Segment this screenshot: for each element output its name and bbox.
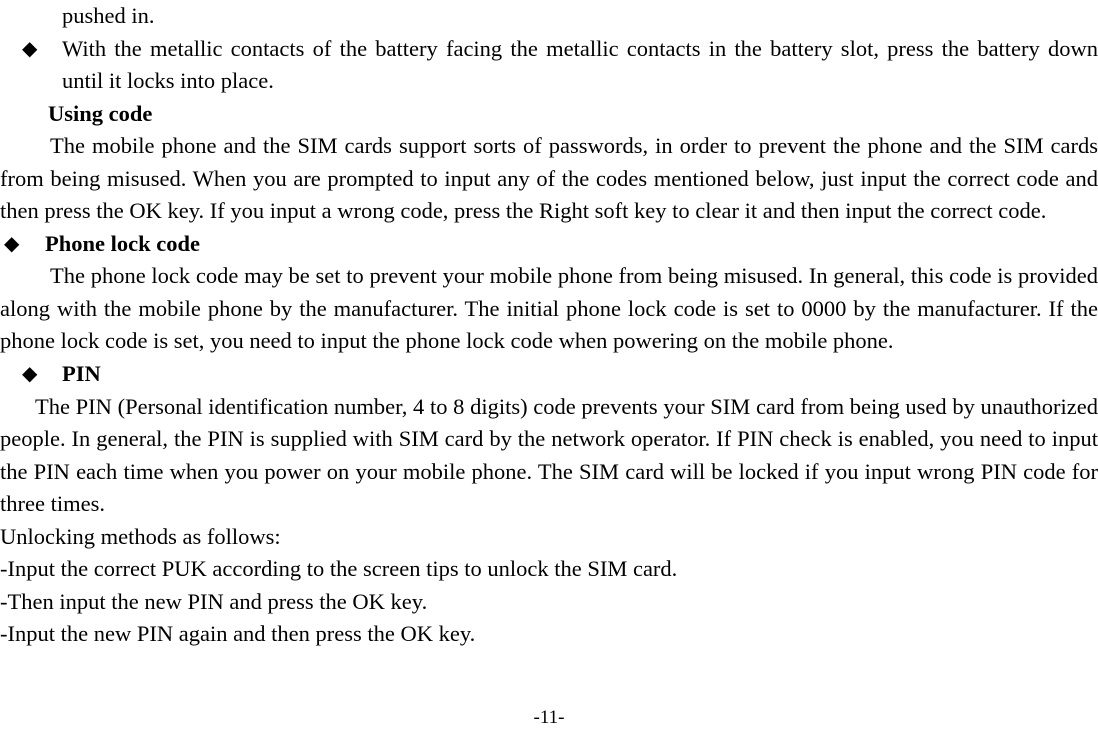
unlocking-step: -Input the correct PUK according to the … [0,556,678,582]
paragraph-continuation-pushed-in: pushed in. [0,0,1098,33]
diamond-bullet-icon: ◆ [22,363,38,386]
list-item-phone-lock-code: ◆ Phone lock code [0,228,1098,261]
diamond-bullet-icon: ◆ [22,37,38,60]
unlocking-methods-intro: Unlocking methods as follows: [0,523,281,549]
list-item-pin: ◆ PIN [0,358,1098,391]
list-item-battery-contacts-text: With the metallic contacts of the batter… [62,35,1098,94]
paragraph-phone-lock-code: The phone lock code may be set to preven… [0,263,1098,354]
list-item-battery-contacts: ◆ With the metallic contacts of the batt… [0,33,1098,98]
diamond-bullet-icon: ◆ [4,232,20,255]
unlocking-step: -Input the new PIN again and then press … [0,621,476,647]
paragraph-pin: The PIN (Personal identification number,… [0,393,1098,517]
heading-pin: PIN [62,361,101,387]
paragraph-using-code: The mobile phone and the SIM cards suppo… [0,133,1098,224]
page-content: pushed in. ◆ With the metallic contacts … [0,0,1098,651]
unlocking-step: -Then input the new PIN and press the OK… [0,588,428,614]
continuation-text: pushed in. [62,3,155,28]
document-page: pushed in. ◆ With the metallic contacts … [0,0,1098,735]
heading-phone-lock-code: Phone lock code [45,230,200,256]
page-number: -11- [533,707,565,728]
heading-using-code: Using code [48,100,153,126]
